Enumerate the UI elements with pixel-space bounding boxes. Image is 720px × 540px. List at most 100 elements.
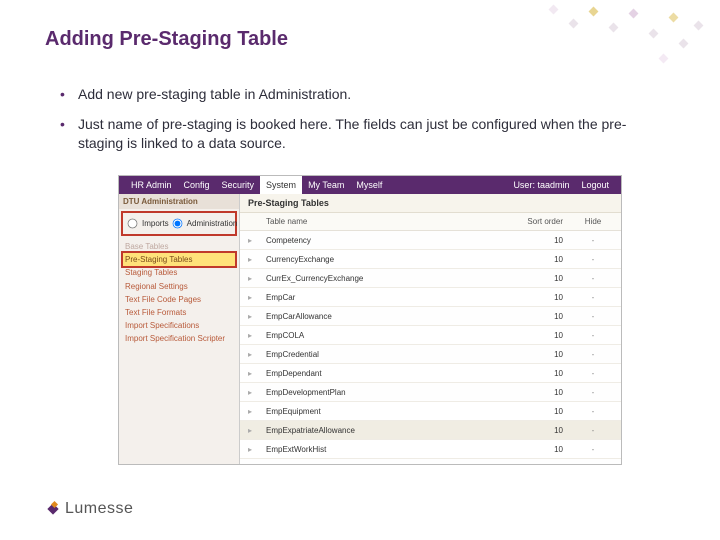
- expand-icon[interactable]: ▸: [248, 331, 266, 340]
- logout-link[interactable]: Logout: [575, 180, 615, 190]
- menu-hr-admin[interactable]: HR Admin: [125, 180, 178, 190]
- expand-icon[interactable]: ▸: [248, 369, 266, 378]
- cell-sort: 10: [503, 407, 573, 416]
- radio-administration-label: Administration: [187, 219, 238, 228]
- grid-rows: ▸Competency10-▸CurrencyExchange10-▸CurrE…: [240, 231, 621, 464]
- nav-item[interactable]: Pre-Staging Tables: [123, 253, 235, 266]
- expand-icon[interactable]: ▸: [248, 388, 266, 397]
- table-row[interactable]: ▸CurrEx_CurrencyExchange10-: [240, 269, 621, 288]
- cell-hide: -: [573, 426, 613, 435]
- expand-icon[interactable]: ▸: [248, 293, 266, 302]
- cell-sort: 10: [503, 445, 573, 454]
- expand-icon[interactable]: ▸: [248, 236, 266, 245]
- table-row[interactable]: ▸EmpCarAllowance10-: [240, 307, 621, 326]
- cell-name: EmpExpatriateAllowance: [266, 426, 503, 435]
- cell-sort: 10: [503, 331, 573, 340]
- cell-hide: -: [573, 293, 613, 302]
- logo-text: Lumesse: [65, 500, 133, 518]
- logo-mark-icon: [45, 501, 61, 517]
- bullet-list: Add new pre-staging table in Administrat…: [60, 85, 660, 164]
- cell-name: EmpDevelopmentPlan: [266, 388, 503, 397]
- nav-item[interactable]: Base Tables: [123, 240, 235, 253]
- menu-system[interactable]: System: [260, 176, 302, 194]
- cell-name: CurrEx_CurrencyExchange: [266, 274, 503, 283]
- nav-item[interactable]: Regional Settings: [123, 280, 235, 293]
- cell-sort: 10: [503, 388, 573, 397]
- cell-sort: 10: [503, 255, 573, 264]
- cell-hide: -: [573, 255, 613, 264]
- cell-name: CurrencyExchange: [266, 255, 503, 264]
- table-row[interactable]: ▸EmpDevelopmentPlan10-: [240, 383, 621, 402]
- cell-name: EmpDependant: [266, 369, 503, 378]
- nav-item[interactable]: Import Specifications: [123, 319, 235, 332]
- table-row[interactable]: ▸EmpCredential10-: [240, 345, 621, 364]
- expand-icon[interactable]: ▸: [248, 407, 266, 416]
- expand-icon[interactable]: ▸: [248, 255, 266, 264]
- menu-config[interactable]: Config: [178, 180, 216, 190]
- left-header: DTU Administration: [119, 194, 239, 209]
- nav-item[interactable]: Staging Tables: [123, 266, 235, 279]
- cell-name: EmpCOLA: [266, 331, 503, 340]
- table-row[interactable]: ▸EmpExpatriateAllowance10-: [240, 421, 621, 440]
- radio-administration[interactable]: [172, 219, 182, 229]
- cell-hide: -: [573, 407, 613, 416]
- cell-sort: 10: [503, 350, 573, 359]
- expand-icon[interactable]: ▸: [248, 426, 266, 435]
- left-panel: DTU Administration Imports Administratio…: [119, 194, 240, 464]
- expand-icon[interactable]: ▸: [248, 274, 266, 283]
- col-table-name: Table name: [266, 217, 503, 226]
- col-hide: Hide: [573, 217, 613, 226]
- cell-sort: 10: [503, 293, 573, 302]
- col-sort-order: Sort order: [503, 217, 573, 226]
- cell-sort: 10: [503, 464, 573, 465]
- cell-hide: -: [573, 312, 613, 321]
- cell-hide: -: [573, 369, 613, 378]
- cell-sort: 10: [503, 426, 573, 435]
- content-panel: Pre-Staging Tables Table name Sort order…: [240, 194, 621, 464]
- menu-security[interactable]: Security: [216, 180, 261, 190]
- cell-name: EmpExtWorkHist: [266, 445, 503, 454]
- table-row[interactable]: ▸CurrencyExchange10-: [240, 250, 621, 269]
- table-row[interactable]: ▸EmpForeignServicePremium10-: [240, 459, 621, 464]
- app-topbar: HR Admin Config Security System My Team …: [119, 176, 621, 194]
- cell-hide: -: [573, 274, 613, 283]
- radio-imports[interactable]: [128, 219, 138, 229]
- cell-name: EmpCarAllowance: [266, 312, 503, 321]
- brand-logo: Lumesse: [45, 500, 133, 518]
- cell-sort: 10: [503, 312, 573, 321]
- mode-radio-group: Imports Administration: [121, 211, 237, 236]
- grid-header: Table name Sort order Hide: [240, 213, 621, 231]
- table-row[interactable]: ▸EmpCOLA10-: [240, 326, 621, 345]
- expand-icon[interactable]: ▸: [248, 445, 266, 454]
- table-row[interactable]: ▸EmpExtWorkHist10-: [240, 440, 621, 459]
- cell-sort: 10: [503, 369, 573, 378]
- cell-hide: -: [573, 331, 613, 340]
- user-label: User: taadmin: [507, 180, 575, 190]
- radio-imports-label: Imports: [142, 219, 169, 228]
- table-row[interactable]: ▸EmpCar10-: [240, 288, 621, 307]
- expand-icon[interactable]: ▸: [248, 464, 266, 465]
- breadcrumb: Pre-Staging Tables: [240, 194, 621, 213]
- nav-item[interactable]: Text File Formats: [123, 306, 235, 319]
- cell-hide: -: [573, 388, 613, 397]
- menu-myself[interactable]: Myself: [350, 180, 388, 190]
- nav-item[interactable]: Text File Code Pages: [123, 293, 235, 306]
- app-screenshot: HR Admin Config Security System My Team …: [118, 175, 622, 465]
- expand-icon[interactable]: ▸: [248, 350, 266, 359]
- cell-name: EmpCar: [266, 293, 503, 302]
- table-row[interactable]: ▸EmpDependant10-: [240, 364, 621, 383]
- bullet-item: Add new pre-staging table in Administrat…: [60, 85, 660, 105]
- nav-list: Base TablesPre-Staging TablesStaging Tab…: [119, 238, 239, 350]
- cell-hide: -: [573, 236, 613, 245]
- slide-title: Adding Pre-Staging Table: [45, 28, 288, 51]
- cell-name: EmpCredential: [266, 350, 503, 359]
- bullet-item: Just name of pre-staging is booked here.…: [60, 115, 660, 154]
- cell-name: Competency: [266, 236, 503, 245]
- table-row[interactable]: ▸EmpEquipment10-: [240, 402, 621, 421]
- menu-myteam[interactable]: My Team: [302, 180, 350, 190]
- table-row[interactable]: ▸Competency10-: [240, 231, 621, 250]
- nav-item[interactable]: Import Specification Scripter: [123, 332, 235, 345]
- expand-icon[interactable]: ▸: [248, 312, 266, 321]
- cell-name: EmpEquipment: [266, 407, 503, 416]
- cell-sort: 10: [503, 236, 573, 245]
